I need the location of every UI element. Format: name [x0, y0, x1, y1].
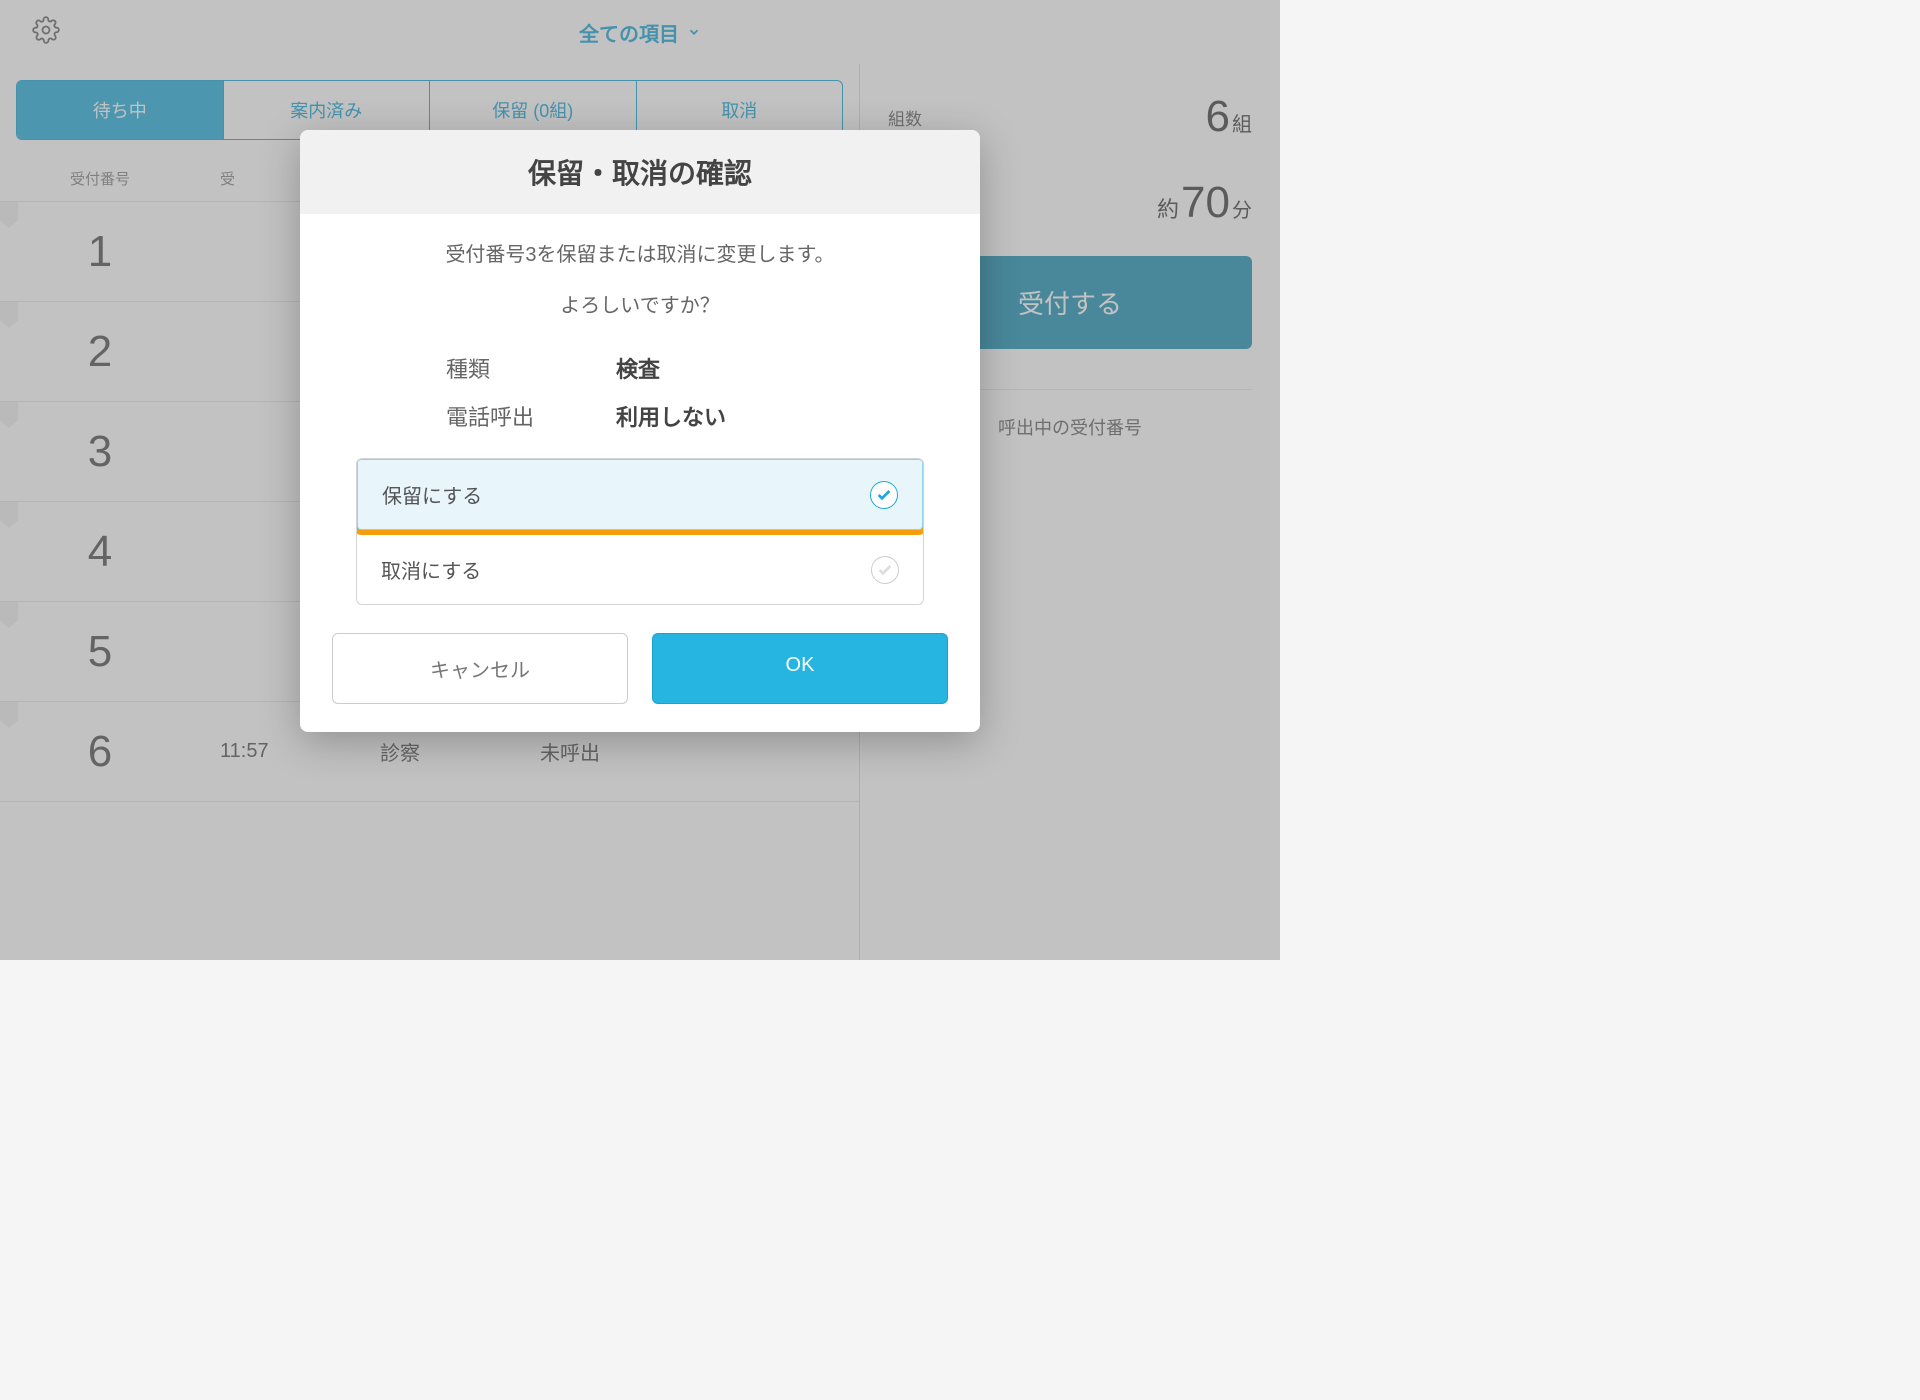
info-label: 電話呼出 — [446, 400, 556, 432]
radio-unchecked-icon — [871, 556, 899, 584]
modal-message: 受付番号3を保留または取消に変更します。 — [356, 238, 924, 267]
info-type-row: 種類 検査 — [356, 344, 924, 392]
confirm-modal: 保留・取消の確認 受付番号3を保留または取消に変更します。 よろしいですか？ 種… — [300, 130, 980, 732]
cancel-button[interactable]: キャンセル — [332, 633, 628, 704]
modal-confirm-text: よろしいですか？ — [356, 289, 924, 318]
modal-overlay: 保留・取消の確認 受付番号3を保留または取消に変更します。 よろしいですか？ 種… — [0, 0, 1280, 960]
info-value: 利用しない — [616, 400, 726, 432]
info-value: 検査 — [616, 352, 660, 384]
info-label: 種類 — [446, 352, 556, 384]
modal-title: 保留・取消の確認 — [300, 130, 980, 214]
option-label: 保留にする — [382, 480, 482, 509]
option-hold[interactable]: 保留にする — [357, 459, 923, 530]
ok-button[interactable]: OK — [652, 633, 948, 704]
radio-checked-icon — [870, 481, 898, 509]
highlight-annotation: 保留にする — [356, 458, 924, 535]
option-label: 取消にする — [381, 555, 481, 584]
option-cancel[interactable]: 取消にする — [357, 535, 923, 604]
info-phone-row: 電話呼出 利用しない — [356, 392, 924, 440]
